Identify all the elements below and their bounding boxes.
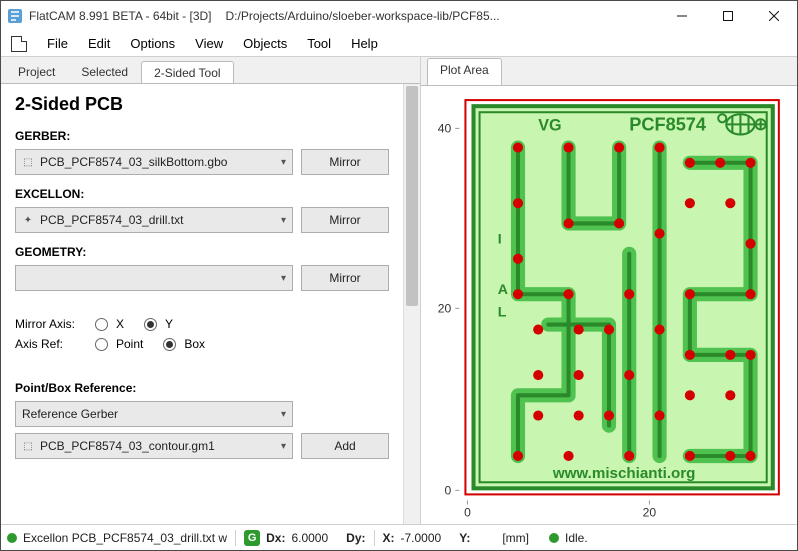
tool-title: 2-Sided PCB	[15, 94, 389, 115]
close-icon	[769, 11, 779, 21]
svg-text:www.mischianti.org: www.mischianti.org	[552, 465, 696, 482]
menu-file[interactable]: File	[37, 33, 78, 54]
menu-help[interactable]: Help	[341, 33, 388, 54]
idle-text: Idle.	[565, 531, 588, 545]
g-badge-icon: G	[244, 530, 260, 546]
tool-panel: 2-Sided PCB GERBER: ⬚ PCB_PCF8574_03_sil…	[1, 84, 403, 524]
app-icon	[7, 8, 23, 24]
dx-value: 6.0000	[291, 531, 328, 545]
menu-bar: File Edit Options View Objects Tool Help	[1, 31, 797, 57]
label-axis-ref: Axis Ref:	[15, 337, 85, 351]
y-tick: 40	[438, 121, 452, 135]
combo-gerber-value: PCB_PCF8574_03_silkBottom.gbo	[40, 155, 227, 169]
combo-ref-object[interactable]: ⬚ PCB_PCF8574_03_contour.gm1 ▾	[15, 433, 293, 459]
tab-selected[interactable]: Selected	[68, 60, 141, 83]
gerber-layer-icon: ⬚	[22, 156, 34, 168]
combo-ref-type[interactable]: Reference Gerber ▾	[15, 401, 293, 427]
mirror-excellon-button[interactable]: Mirror	[301, 207, 389, 233]
left-tabstrip: Project Selected 2-Sided Tool	[1, 57, 420, 83]
pcb-preview: VG PCF8574 I A L www.mischianti.org	[474, 106, 773, 488]
menu-edit[interactable]: Edit	[78, 33, 120, 54]
radio-ref-point[interactable]: Point	[95, 337, 143, 351]
close-button[interactable]	[751, 1, 797, 31]
idle-dot-icon	[549, 533, 559, 543]
status-dot-icon	[7, 533, 17, 543]
combo-ref-object-value: PCB_PCF8574_03_contour.gm1	[40, 439, 215, 453]
add-ref-button[interactable]: Add	[301, 433, 389, 459]
menu-objects[interactable]: Objects	[233, 33, 297, 54]
combo-excellon-value: PCB_PCF8574_03_drill.txt	[40, 213, 183, 227]
combo-gerber[interactable]: ⬚ PCB_PCF8574_03_silkBottom.gbo ▾	[15, 149, 293, 175]
label-point-box-ref: Point/Box Reference:	[15, 381, 389, 395]
label-mirror-axis: Mirror Axis:	[15, 317, 85, 331]
svg-text:L: L	[498, 303, 507, 319]
menu-options[interactable]: Options	[120, 33, 185, 54]
svg-text:VG: VG	[538, 116, 561, 134]
combo-geometry[interactable]: ▾	[15, 265, 293, 291]
tab-2sided-tool[interactable]: 2-Sided Tool	[141, 61, 234, 84]
excellon-drill-icon: ✦	[22, 214, 34, 226]
chevron-down-icon: ▾	[281, 441, 286, 452]
plot-canvas[interactable]: 40 20 0 0 20	[427, 92, 791, 524]
svg-text:A: A	[498, 281, 508, 297]
title-bar: FlatCAM 8.991 BETA - 64bit - [3D] D:/Pro…	[1, 1, 797, 31]
maximize-button[interactable]	[705, 1, 751, 31]
radio-mirror-y[interactable]: Y	[144, 317, 173, 331]
chevron-down-icon: ▾	[281, 409, 286, 420]
mirror-geometry-button[interactable]: Mirror	[301, 265, 389, 291]
window-title-path: D:/Projects/Arduino/sloeber-workspace-li…	[226, 9, 500, 23]
minimize-button[interactable]	[659, 1, 705, 31]
y-label: Y:	[459, 531, 470, 545]
plot-area[interactable]: 40 20 0 0 20	[421, 85, 797, 524]
label-gerber: GERBER:	[15, 129, 389, 143]
chevron-down-icon: ▾	[281, 273, 286, 284]
status-bar: Excellon PCB_PCF8574_03_drill.txt w G Dx…	[1, 524, 797, 550]
tab-plot-area[interactable]: Plot Area	[427, 58, 502, 86]
radio-ref-box[interactable]: Box	[163, 337, 205, 351]
left-scrollbar[interactable]	[403, 84, 420, 524]
maximize-icon	[723, 11, 733, 21]
x-value: -7.0000	[401, 531, 442, 545]
right-tabstrip: Plot Area	[421, 57, 797, 85]
y-tick: 20	[438, 301, 452, 315]
label-geometry: GEOMETRY:	[15, 245, 389, 259]
window-title-app: FlatCAM 8.991 BETA - 64bit - [3D]	[29, 9, 212, 23]
new-document-icon[interactable]	[11, 36, 27, 52]
chevron-down-icon: ▾	[281, 215, 286, 226]
svg-text:I: I	[498, 231, 502, 247]
dy-label: Dy:	[346, 531, 365, 545]
menu-view[interactable]: View	[185, 33, 233, 54]
y-tick: 0	[445, 483, 452, 497]
combo-ref-type-value: Reference Gerber	[22, 407, 118, 421]
combo-excellon[interactable]: ✦ PCB_PCF8574_03_drill.txt ▾	[15, 207, 293, 233]
status-message: Excellon PCB_PCF8574_03_drill.txt w	[23, 531, 227, 545]
chevron-down-icon: ▾	[281, 157, 286, 168]
tab-project[interactable]: Project	[5, 60, 68, 83]
mirror-gerber-button[interactable]: Mirror	[301, 149, 389, 175]
minimize-icon	[677, 11, 687, 21]
x-tick: 0	[464, 506, 471, 520]
scrollbar-thumb[interactable]	[406, 86, 418, 306]
label-excellon: EXCELLON:	[15, 187, 389, 201]
units: [mm]	[502, 531, 529, 545]
svg-text:PCF8574: PCF8574	[629, 114, 707, 134]
x-tick: 20	[643, 506, 657, 520]
menu-tool[interactable]: Tool	[297, 33, 341, 54]
gerber-layer-icon: ⬚	[22, 440, 34, 452]
radio-mirror-x[interactable]: X	[95, 317, 124, 331]
dx-label: Dx:	[266, 531, 285, 545]
x-label: X:	[383, 531, 395, 545]
